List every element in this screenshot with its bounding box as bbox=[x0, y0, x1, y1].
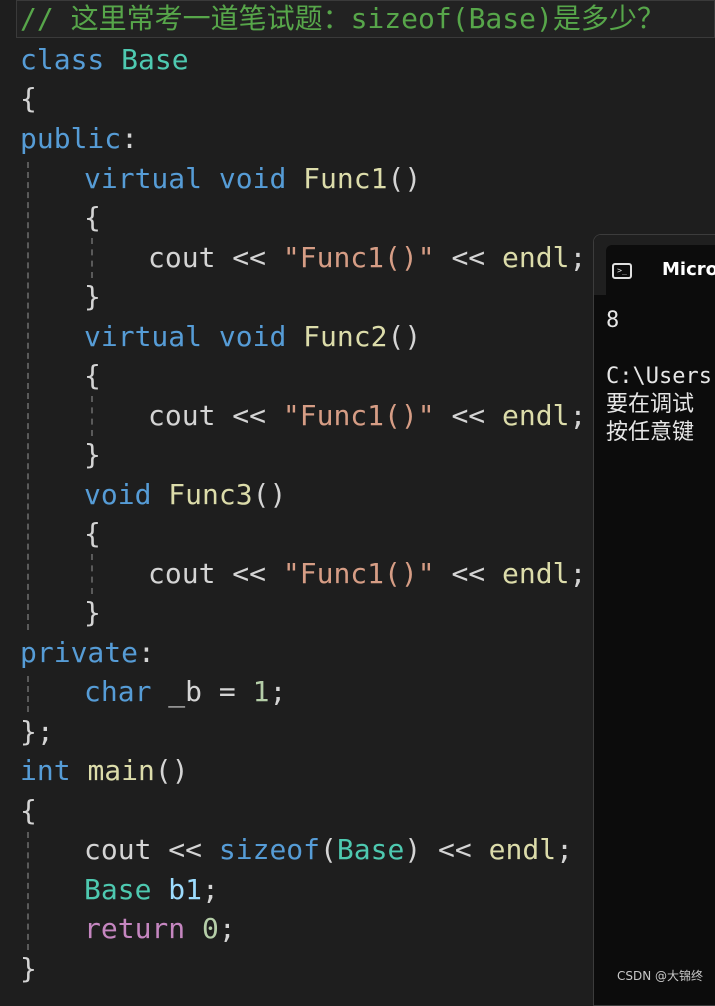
console-path: C:\Users bbox=[606, 364, 712, 389]
code-line-func1-close: } bbox=[84, 280, 101, 313]
code-line-decl-b1: Base b1; bbox=[84, 873, 219, 906]
code-line-class: class Base bbox=[20, 43, 189, 76]
indent-guide-func2 bbox=[91, 396, 93, 436]
comment-line: // 这里常考一道笔试题：sizeof(Base)是多少？ bbox=[20, 0, 665, 38]
indent-guide-func1 bbox=[91, 238, 93, 278]
console-message-1: 要在调试 bbox=[606, 392, 695, 417]
code-line-main-open: { bbox=[20, 794, 37, 827]
comment-text: // 这里常考一道笔试题：sizeof(Base)是多少？ bbox=[20, 2, 665, 35]
csdn-watermark: CSDN @大锦终 bbox=[616, 969, 703, 983]
code-line-sizeof: cout << sizeof(Base) << endl; bbox=[84, 833, 573, 866]
code-line-member: char _b = 1; bbox=[84, 675, 287, 708]
console-message-2: 按任意键 bbox=[606, 420, 695, 445]
code-line-func2-decl: virtual void Func2() bbox=[84, 320, 422, 353]
code-line-func3-body: cout << "Func1()" << endl; bbox=[148, 557, 587, 590]
code-line-func1-decl: virtual void Func1() bbox=[84, 162, 422, 195]
code-line-func2-open: { bbox=[84, 359, 101, 392]
code-line-func3-decl: void Func3() bbox=[84, 478, 287, 511]
code-line-main-close: } bbox=[20, 952, 37, 985]
code-line-func3-close: } bbox=[84, 596, 101, 629]
console-window[interactable]: >_ Micros 8 C:\Users 要在调试 按任意键 bbox=[593, 234, 715, 1006]
console-output-value: 8 bbox=[606, 308, 620, 333]
code-line-return: return 0; bbox=[84, 912, 236, 945]
indent-guide-class bbox=[27, 162, 29, 630]
console-title: Micros bbox=[662, 259, 715, 280]
code-line-func1-open: { bbox=[84, 201, 101, 234]
console-window-icon: >_ bbox=[612, 263, 632, 279]
code-line-public: public: bbox=[20, 122, 139, 155]
code-line-func2-close: } bbox=[84, 438, 101, 471]
indent-guide-private bbox=[27, 676, 29, 712]
code-line-class-end: }; bbox=[20, 715, 54, 748]
code-line-func3-open: { bbox=[84, 517, 101, 550]
code-line-main: int main() bbox=[20, 754, 189, 787]
code-line-brace-open: { bbox=[20, 82, 37, 115]
indent-guide-main bbox=[27, 832, 29, 950]
code-line-func1-body: cout << "Func1()" << endl; bbox=[148, 241, 587, 274]
code-line-private: private: bbox=[20, 636, 155, 669]
indent-guide-func3 bbox=[91, 554, 93, 594]
code-line-func2-body: cout << "Func1()" << endl; bbox=[148, 399, 587, 432]
